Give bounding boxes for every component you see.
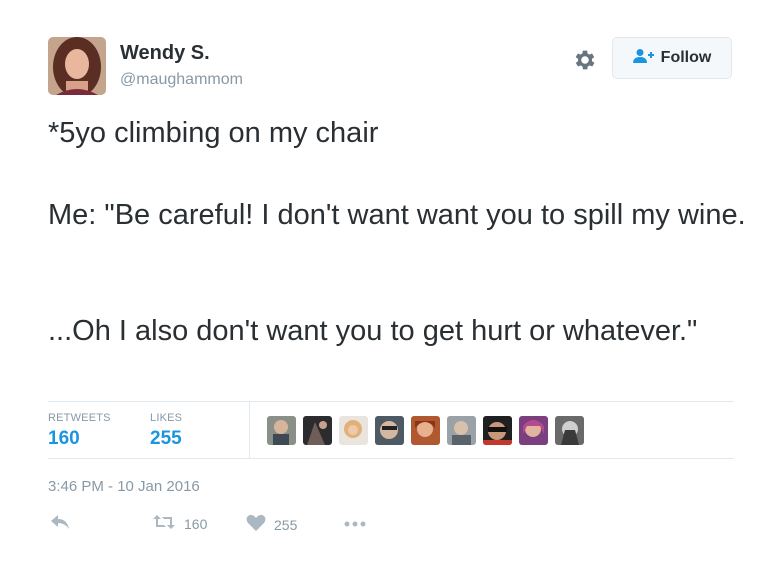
- retweets-label[interactable]: RETWEETS: [48, 412, 111, 424]
- like-count: 255: [274, 516, 298, 533]
- author-name[interactable]: Wendy S.: [120, 42, 210, 65]
- more-button[interactable]: [344, 514, 366, 530]
- liker-avatar[interactable]: [519, 416, 548, 445]
- retweets-count[interactable]: 160: [48, 428, 80, 450]
- liker-avatar[interactable]: [375, 416, 404, 445]
- heart-icon: [246, 514, 266, 535]
- stats-divider: [249, 402, 250, 458]
- retweet-count: 160: [184, 515, 208, 532]
- retweet-button[interactable]: 160: [152, 514, 207, 533]
- follow-label: Follow: [660, 49, 712, 66]
- tweet-timestamp[interactable]: 3:46 PM - 10 Jan 2016: [48, 478, 200, 495]
- liker-avatar[interactable]: [339, 416, 368, 445]
- reply-icon: [50, 514, 70, 533]
- liker-avatar[interactable]: [447, 416, 476, 445]
- liker-avatar[interactable]: [555, 416, 584, 445]
- likes-count[interactable]: 255: [150, 428, 182, 450]
- liker-avatar[interactable]: [303, 416, 332, 445]
- liker-avatar[interactable]: [267, 416, 296, 445]
- author-handle[interactable]: @maughammom: [120, 71, 243, 89]
- author-avatar[interactable]: [48, 37, 106, 95]
- liker-avatar[interactable]: [411, 416, 440, 445]
- retweet-icon: [152, 514, 176, 533]
- tweet-text-line-2: Me: "Be careful! I don't want want you t…: [48, 199, 746, 231]
- gear-icon[interactable]: [572, 47, 598, 73]
- follow-button[interactable]: Follow: [612, 37, 732, 79]
- likes-label[interactable]: LIKES: [150, 412, 182, 424]
- more-icon: [344, 514, 366, 530]
- tweet-text-line-3: ...Oh I also don't want you to get hurt …: [48, 315, 698, 347]
- reply-button[interactable]: [50, 514, 70, 533]
- tweet-text-line-1: *5yo climbing on my chair: [48, 117, 379, 149]
- divider-top: [48, 401, 734, 402]
- liker-avatar[interactable]: [483, 416, 512, 445]
- like-button[interactable]: 255: [246, 514, 297, 535]
- divider-bottom: [48, 458, 734, 459]
- follow-person-icon: [632, 48, 655, 69]
